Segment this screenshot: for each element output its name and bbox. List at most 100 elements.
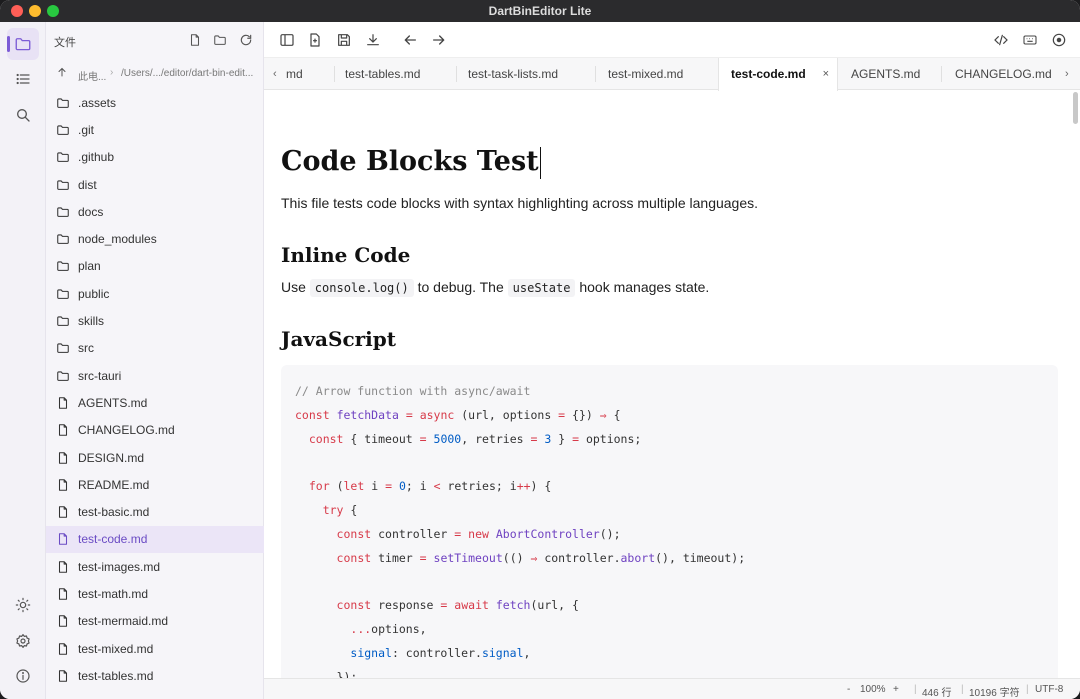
tree-file-item[interactable]: test-images.md — [46, 553, 264, 580]
tree-file-item[interactable]: test-mermaid.md — [46, 608, 264, 635]
file-icon — [58, 451, 68, 464]
settings-button[interactable] — [7, 625, 39, 657]
status-divider: | — [914, 684, 917, 695]
tree-item-label: test-images.md — [78, 559, 161, 574]
tree-file-item[interactable]: DESIGN.md — [46, 444, 264, 471]
code-line: const fetchData = async (url, options = … — [295, 407, 621, 422]
refresh-icon[interactable] — [239, 33, 253, 47]
markdown-preview[interactable]: Code Blocks Test This file tests code bl… — [264, 91, 1080, 678]
new-file-icon[interactable] — [188, 33, 202, 47]
zoom-out-button[interactable]: - — [847, 684, 850, 695]
tab-label: AGENTS.md — [851, 67, 921, 81]
tree-item-label: .assets — [78, 95, 117, 110]
tree-folder-item[interactable]: docs — [46, 198, 264, 225]
save-icon[interactable] — [336, 32, 352, 48]
tree-file-item[interactable]: test-code.md — [46, 525, 264, 554]
tree-file-item[interactable]: test-math.md — [46, 580, 264, 607]
tree-file-item[interactable]: test-tables.md — [46, 662, 264, 689]
folder-icon — [57, 152, 69, 163]
zoom-level: 100% — [860, 684, 886, 695]
zoom-window-button[interactable] — [47, 5, 59, 17]
tabs-scroll-left-button[interactable]: ‹ — [273, 58, 277, 90]
download-icon[interactable] — [365, 32, 381, 48]
zoom-in-button[interactable]: + — [893, 684, 899, 695]
tab-test-task-lists[interactable]: test-task-lists.md — [468, 58, 593, 90]
active-indicator — [7, 36, 10, 52]
theme-toggle-button[interactable] — [7, 589, 39, 621]
tree-folder-item[interactable]: src-tauri — [46, 362, 264, 389]
about-button[interactable] — [7, 660, 39, 692]
tab-label: test-task-lists.md — [468, 67, 559, 81]
status-divider: | — [1026, 684, 1029, 695]
explorer-title: 文件 — [54, 37, 76, 49]
tree-folder-item[interactable]: src — [46, 335, 264, 362]
tree-file-item[interactable]: AGENTS.md — [46, 389, 264, 416]
tab-close-button[interactable]: × — [823, 58, 829, 90]
tree-folder-item[interactable]: .github — [46, 144, 264, 171]
inline-code-heading: Inline Code — [281, 243, 411, 267]
editor-scrollbar[interactable] — [1073, 92, 1078, 124]
code-line: signal: controller.signal, — [350, 645, 531, 660]
new-folder-icon[interactable] — [213, 33, 227, 47]
tab-test-code[interactable]: test-code.md × — [718, 58, 838, 91]
sidebar-toggle-icon[interactable] — [279, 32, 295, 48]
tree-item-label: test-basic.md — [78, 505, 150, 520]
main-toolbar — [264, 22, 1080, 58]
tree-file-item[interactable]: test-mixed.md — [46, 635, 264, 662]
breadcrumb-computer[interactable]: 此电... — [78, 68, 106, 83]
new-file-icon[interactable] — [307, 32, 323, 48]
file-icon — [58, 533, 68, 546]
tree-item-label: plan — [78, 259, 101, 274]
tree-folder-item[interactable]: skills — [46, 307, 264, 334]
tree-folder-item[interactable]: node_modules — [46, 225, 264, 252]
arrow-up-icon[interactable] — [56, 66, 68, 78]
explorer-button[interactable] — [7, 28, 39, 60]
tree-folder-item[interactable]: .git — [46, 116, 264, 143]
code-line: // Arrow function with async/await — [295, 384, 531, 398]
inline-code: console.log() — [309, 279, 414, 297]
back-arrow-icon[interactable] — [402, 32, 418, 48]
status-bar: - 100% + | 446 行 | 10196 字符 | UTF-8 — [264, 678, 1080, 699]
app-window: DartBinEditor Lite 文件 此电... › /Users/...… — [0, 0, 1080, 699]
code-line: const response = await fetch(url, { — [336, 598, 579, 613]
tree-folder-item[interactable]: dist — [46, 171, 264, 198]
code-block[interactable]: // Arrow function with async/await const … — [281, 365, 1058, 678]
outline-button[interactable] — [7, 63, 39, 95]
tree-file-item[interactable]: test-basic.md — [46, 498, 264, 525]
tabs-scroll-right-button[interactable]: › — [1065, 58, 1069, 90]
code-line: try { — [322, 503, 358, 517]
tab-test-mixed[interactable]: test-mixed.md — [608, 58, 708, 90]
title-bar: DartBinEditor Lite — [0, 0, 1080, 22]
encoding[interactable]: UTF-8 — [1035, 684, 1063, 695]
folder-icon — [57, 289, 69, 299]
tab-md[interactable]: md — [286, 58, 334, 90]
tree-folder-item[interactable]: public — [46, 280, 264, 307]
close-window-button[interactable] — [11, 5, 23, 17]
file-icon — [58, 642, 68, 655]
tab-changelog[interactable]: CHANGELOG.md — [955, 58, 1059, 90]
tree-folder-item[interactable]: plan — [46, 253, 264, 280]
keyboard-icon[interactable] — [1022, 32, 1038, 48]
tree-file-item[interactable]: CHANGELOG.md — [46, 417, 264, 444]
folder-icon — [57, 234, 69, 245]
tree-file-item[interactable]: README.md — [46, 471, 264, 498]
forward-arrow-icon[interactable] — [431, 32, 447, 48]
minimize-window-button[interactable] — [29, 5, 41, 17]
javascript-heading: JavaScript — [281, 327, 396, 351]
tab-label: test-mixed.md — [608, 67, 684, 81]
tree-folder-item[interactable]: .assets — [46, 89, 264, 116]
tree-item-label: .github — [78, 150, 115, 165]
search-button[interactable] — [7, 99, 39, 131]
tab-test-tables[interactable]: test-tables.md — [345, 58, 455, 90]
breadcrumb-folder[interactable]: /Users/.../editor/dart-bin-edit... — [121, 68, 261, 79]
activity-bar — [0, 22, 46, 699]
code-line: ...options, — [350, 622, 427, 636]
code-view-icon[interactable] — [993, 32, 1009, 48]
tree-item-label: test-mixed.md — [78, 641, 154, 656]
folder-icon — [15, 38, 31, 51]
line-count: 446 行 — [922, 688, 952, 699]
record-icon[interactable] — [1051, 32, 1067, 48]
tab-agents[interactable]: AGENTS.md — [851, 58, 937, 90]
tree-item-label: .git — [78, 122, 95, 137]
inline-code-paragraph: Use console.log() to debug. The useState… — [281, 279, 709, 297]
